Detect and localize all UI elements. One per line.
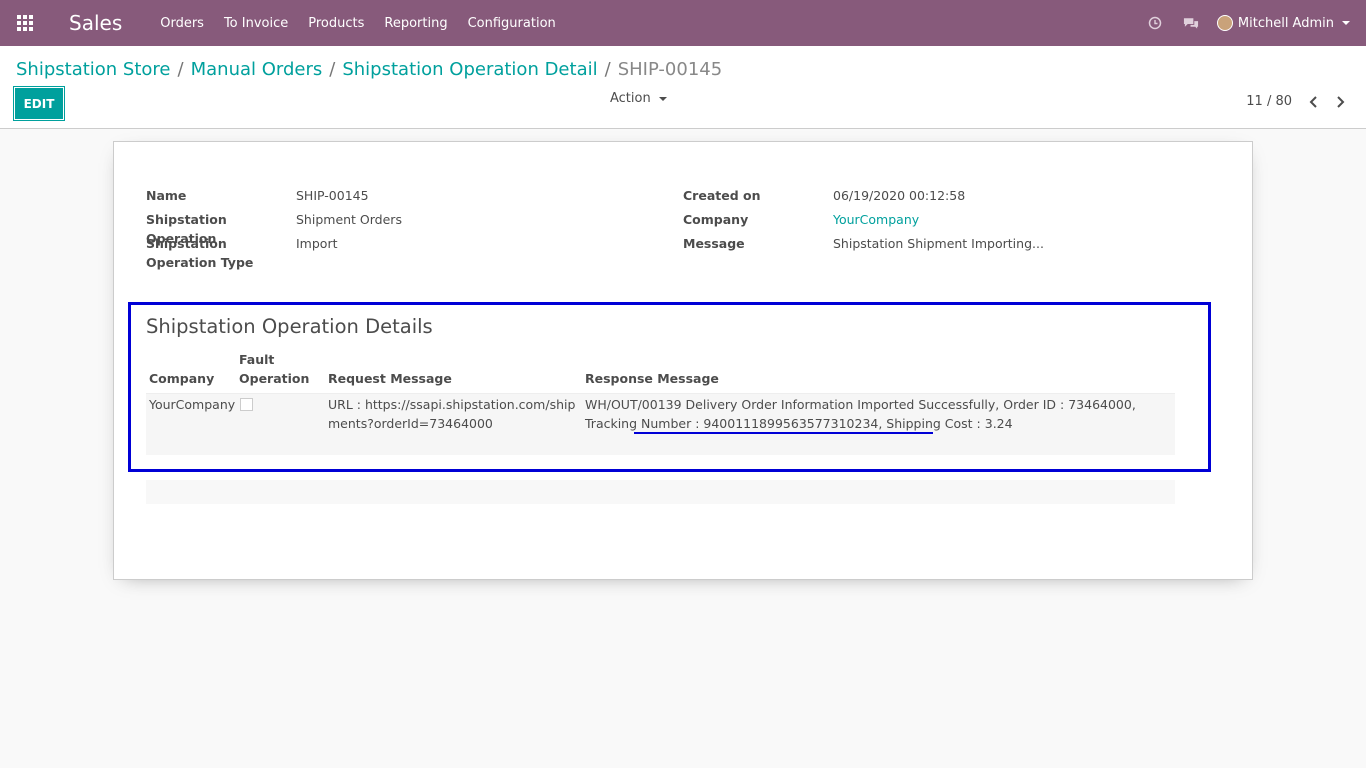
user-menu[interactable]: Mitchell Admin	[1216, 15, 1350, 31]
breadcrumb: Shipstation Store / Manual Orders / Ship…	[16, 59, 722, 80]
underline-annotation	[634, 432, 933, 434]
field-label: Company	[683, 212, 749, 227]
activity-clock-icon[interactable]	[1147, 15, 1163, 31]
field-message: Message Shipstation Shipment Importing..…	[683, 234, 1044, 253]
message-value: Shipstation Shipment Importing...	[833, 236, 1044, 251]
user-name: Mitchell Admin	[1237, 15, 1334, 31]
column-header-request-message[interactable]: Request Message	[328, 369, 452, 388]
navbar-systray: Mitchell Admin	[1127, 0, 1350, 46]
edit-button[interactable]: EDIT	[13, 86, 65, 121]
app-brand[interactable]: Sales	[69, 11, 122, 35]
avatar	[1216, 15, 1233, 31]
pager-value[interactable]: 11 / 80	[1246, 94, 1292, 109]
row-request-message: URL : https://ssapi.shipstation.com/ship…	[328, 397, 576, 431]
chevron-down-icon	[658, 96, 667, 101]
field-operation-type: Shipstation Operation Type Import	[146, 234, 338, 272]
section-title: Shipstation Operation Details	[146, 315, 433, 338]
form-sheet: Name SHIP-00145 Shipstation Operation Sh…	[113, 141, 1253, 580]
apps-menu-icon[interactable]	[2, 0, 48, 46]
field-label: Created on	[683, 188, 761, 203]
breadcrumb-shipstation-store[interactable]: Shipstation Store	[16, 59, 171, 80]
top-navbar: Sales Orders To Invoice Products Reporti…	[0, 0, 1366, 46]
menu-configuration[interactable]: Configuration	[468, 16, 556, 31]
field-label: Name	[146, 188, 187, 203]
action-label: Action	[610, 91, 651, 106]
action-dropdown[interactable]: Action	[610, 91, 667, 106]
menu-products[interactable]: Products	[308, 16, 364, 31]
chat-bubbles-icon[interactable]	[1183, 15, 1199, 31]
breadcrumb-separator: /	[604, 59, 611, 80]
column-header-company[interactable]: Company	[149, 369, 214, 388]
pager: 11 / 80	[1246, 94, 1346, 109]
chevron-down-icon	[1342, 21, 1350, 25]
breadcrumb-current: SHIP-00145	[617, 59, 723, 80]
company-link[interactable]: YourCompany	[833, 210, 919, 229]
column-header-fault-operation[interactable]: Fault Operation	[239, 350, 314, 388]
breadcrumb-manual-orders[interactable]: Manual Orders	[191, 59, 323, 80]
column-header-response-message[interactable]: Response Message	[585, 369, 719, 388]
breadcrumb-separator: /	[329, 59, 336, 80]
menu-to-invoice[interactable]: To Invoice	[224, 16, 288, 31]
chevron-right-icon[interactable]	[1334, 95, 1346, 108]
breadcrumb-separator: /	[177, 59, 184, 80]
field-company: Company YourCompany	[683, 210, 919, 229]
control-panel: Shipstation Store / Manual Orders / Ship…	[0, 46, 1366, 129]
name-value: SHIP-00145	[296, 188, 369, 203]
field-name: Name SHIP-00145	[146, 186, 369, 205]
menu-reporting[interactable]: Reporting	[384, 16, 447, 31]
fault-operation-checkbox	[240, 398, 253, 411]
row-company: YourCompany	[149, 397, 236, 412]
field-created-on: Created on 06/19/2020 00:12:58	[683, 186, 965, 205]
field-label: Message	[683, 236, 745, 251]
breadcrumb-operation-detail[interactable]: Shipstation Operation Detail	[342, 59, 597, 80]
row-response-message: WH/OUT/00139 Delivery Order Information …	[585, 397, 1136, 431]
operation-type-value: Import	[296, 236, 338, 251]
field-label: Shipstation Operation Type	[146, 236, 254, 270]
chevron-left-icon[interactable]	[1308, 95, 1320, 108]
table-footer-row	[146, 480, 1175, 504]
created-value: 06/19/2020 00:12:58	[833, 188, 966, 203]
menu-orders[interactable]: Orders	[160, 16, 204, 31]
